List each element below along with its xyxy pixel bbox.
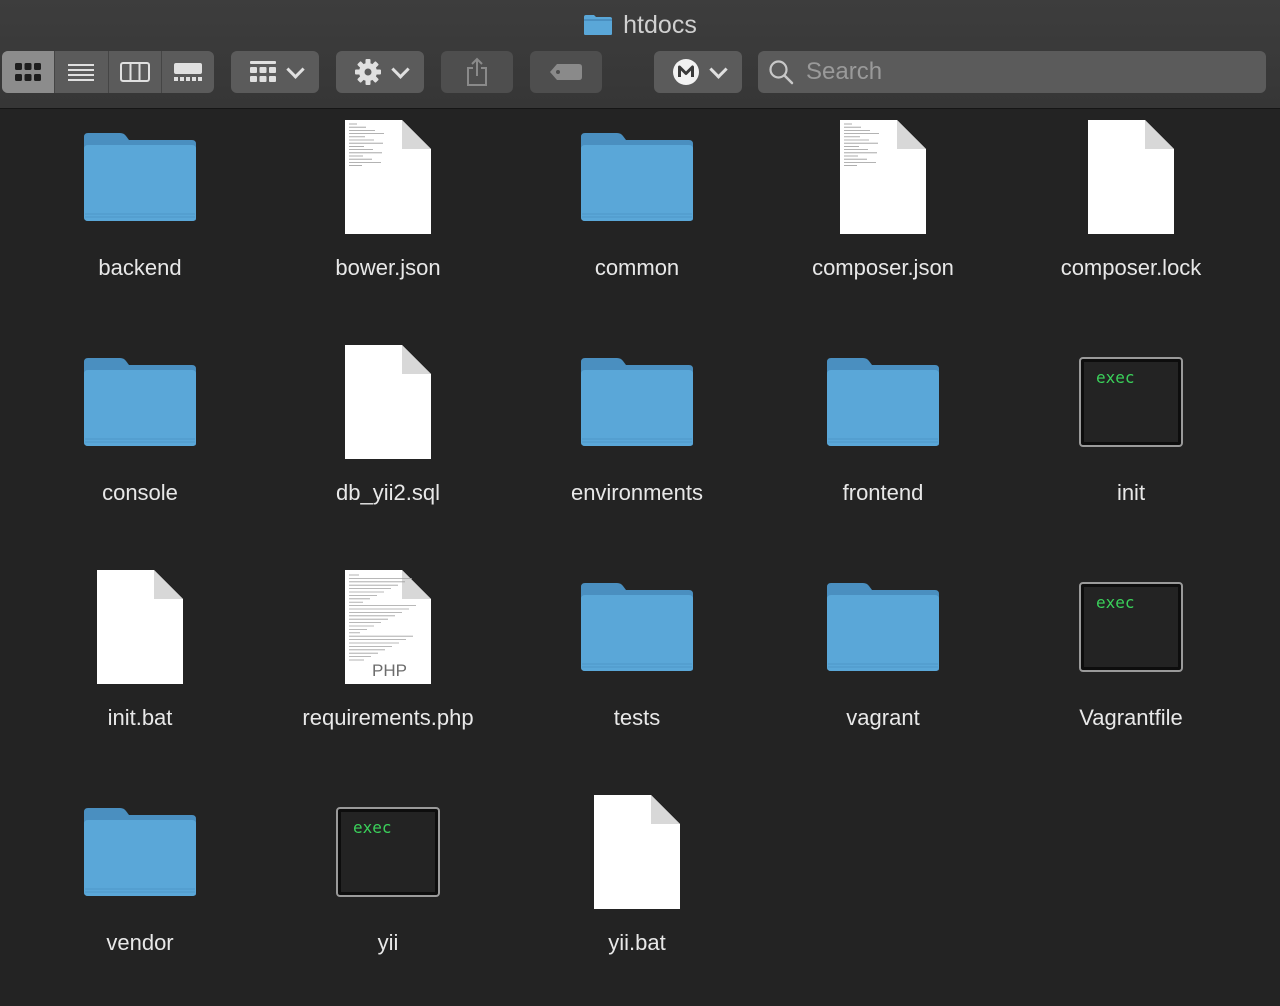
folder-item[interactable]: frontend	[763, 334, 1003, 534]
file-name-label: init	[1116, 480, 1146, 505]
file-name-label: Vagrantfile	[1079, 705, 1183, 730]
file-name-label: common	[594, 255, 680, 280]
action-button[interactable]	[336, 51, 424, 93]
group-by-button[interactable]	[231, 51, 319, 93]
file-name-label: vagrant	[846, 705, 920, 730]
terminal-exec-icon: exec	[1011, 342, 1251, 462]
exec-icon-screen: exec	[1084, 362, 1178, 442]
file-item[interactable]: db_yii2.sql	[268, 334, 508, 534]
folder-icon	[20, 792, 260, 912]
terminal-exec-icon: exec	[1011, 567, 1251, 687]
folder-item[interactable]: vendor	[20, 784, 260, 984]
exec-icon-screen: exec	[1084, 587, 1178, 667]
file-item[interactable]: init.bat	[20, 559, 260, 759]
exec-icon-frame: exec	[336, 807, 440, 897]
gallery-icon	[173, 63, 202, 81]
file-name-label: vendor	[106, 930, 174, 955]
mega-sync-button[interactable]	[654, 51, 742, 93]
file-name-label: init.bat	[107, 705, 173, 730]
file-item[interactable]: exec init	[1011, 334, 1251, 534]
tag-button[interactable]	[530, 51, 602, 93]
exec-icon-screen: exec	[341, 812, 435, 892]
terminal-exec-icon: exec	[268, 792, 508, 912]
folder-item[interactable]: console	[20, 334, 260, 534]
gallery-view-button[interactable]	[162, 51, 214, 93]
folder-icon	[517, 117, 757, 237]
chevron-down-icon	[285, 59, 305, 79]
file-name-label: frontend	[842, 480, 924, 505]
title-toolbar: htdocs	[0, 0, 1280, 109]
folder-icon	[20, 342, 260, 462]
folder-icon	[763, 567, 1003, 687]
folder-item[interactable]: tests	[517, 559, 757, 759]
text-document-icon	[268, 117, 508, 237]
chevron-down-icon	[390, 59, 410, 79]
column-view-button[interactable]	[109, 51, 162, 93]
document-icon	[268, 342, 508, 462]
file-item[interactable]: composer.lock	[1011, 109, 1251, 309]
folder-icon	[763, 342, 1003, 462]
php-document-icon: PHP	[268, 567, 508, 687]
view-mode-control	[2, 51, 214, 93]
folder-item[interactable]: environments	[517, 334, 757, 534]
exec-icon-frame: exec	[1079, 357, 1183, 447]
exec-label: exec	[1096, 368, 1135, 387]
finder-window: htdocs Search backend bower.json common …	[0, 0, 1280, 1006]
file-name-label: composer.json	[812, 255, 954, 280]
file-name-label: yii	[377, 930, 399, 955]
folder-item[interactable]: vagrant	[763, 559, 1003, 759]
columns-icon	[119, 62, 150, 82]
folder-item[interactable]: common	[517, 109, 757, 309]
document-icon	[1011, 117, 1251, 237]
folder-icon	[517, 567, 757, 687]
file-item[interactable]: exec Vagrantfile	[1011, 559, 1251, 759]
folder-icon	[583, 14, 613, 36]
file-name-label: console	[102, 480, 178, 505]
file-name-label: bower.json	[335, 255, 441, 280]
file-name-label: tests	[613, 705, 661, 730]
exec-icon-frame: exec	[1079, 582, 1183, 672]
icon-view-button[interactable]	[2, 51, 56, 93]
folder-item[interactable]: backend	[20, 109, 260, 309]
window-title: htdocs	[0, 10, 1280, 40]
file-name-label: yii.bat	[608, 930, 666, 955]
file-item[interactable]: exec yii	[268, 784, 508, 984]
chevron-down-icon	[708, 59, 728, 79]
list-view-button[interactable]	[55, 51, 109, 93]
file-item[interactable]: composer.json	[763, 109, 1003, 309]
search-input[interactable]	[804, 57, 1248, 87]
file-name-label: db_yii2.sql	[336, 480, 440, 505]
file-item[interactable]: bower.json	[268, 109, 508, 309]
document-icon	[517, 792, 757, 912]
file-name-label: environments	[570, 480, 704, 505]
list-icon	[68, 64, 95, 81]
group-grid-icon	[249, 61, 276, 82]
exec-label: exec	[353, 818, 392, 837]
window-title-text: htdocs	[623, 10, 697, 39]
folder-icon	[20, 117, 260, 237]
text-document-icon	[763, 117, 1003, 237]
file-name-label: requirements.php	[302, 705, 474, 730]
search-field[interactable]	[758, 51, 1266, 93]
grid-icon	[15, 63, 42, 81]
folder-icon	[517, 342, 757, 462]
file-item[interactable]: yii.bat	[517, 784, 757, 984]
php-label: PHP	[372, 661, 407, 680]
mega-logo-icon	[672, 59, 699, 85]
file-name-label: composer.lock	[1060, 255, 1202, 280]
document-icon	[20, 567, 260, 687]
tag-icon	[550, 64, 582, 80]
share-icon	[467, 57, 487, 86]
file-name-label: backend	[98, 255, 182, 280]
search-icon	[769, 60, 794, 85]
share-button[interactable]	[441, 51, 513, 93]
file-item[interactable]: PHP requirements.php	[268, 559, 508, 759]
gear-icon	[354, 59, 381, 85]
exec-label: exec	[1096, 593, 1135, 612]
